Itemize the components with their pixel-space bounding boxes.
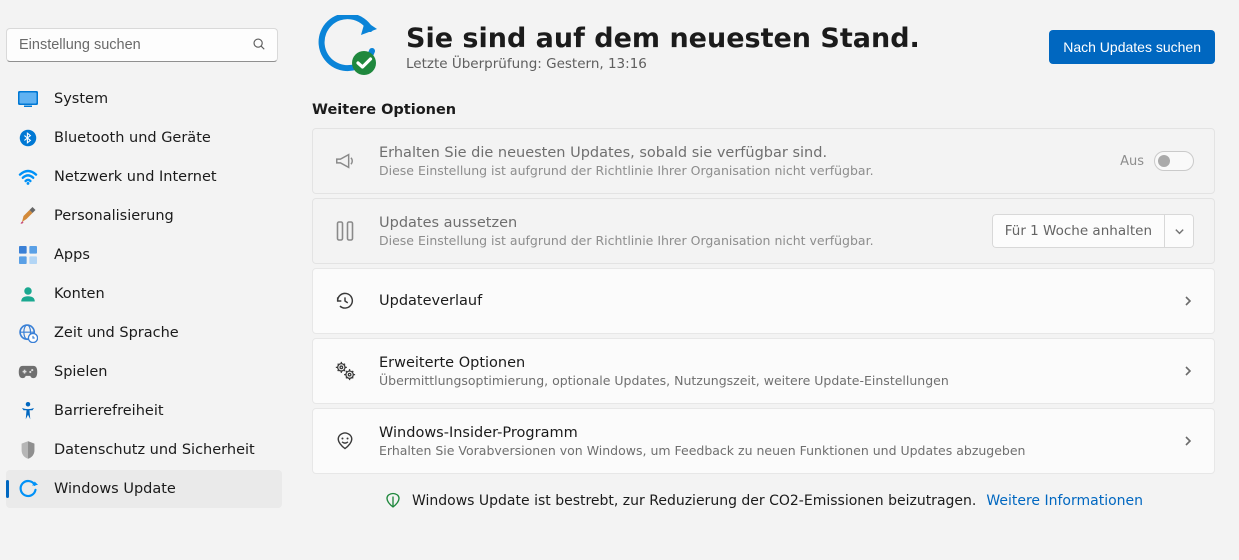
row-title: Updates aussetzen bbox=[379, 215, 992, 231]
sidebar-item-label: Konten bbox=[54, 286, 105, 302]
sidebar: System Bluetooth und Geräte Netzwerk und… bbox=[0, 0, 288, 560]
sidebar-item-bluetooth[interactable]: Bluetooth und Geräte bbox=[6, 119, 282, 157]
row-title: Erhalten Sie die neuesten Updates, sobal… bbox=[379, 145, 1120, 161]
update-status-icon bbox=[312, 14, 384, 80]
row-subtitle: Diese Einstellung ist aufgrund der Richt… bbox=[379, 233, 992, 248]
accessibility-icon bbox=[18, 401, 38, 421]
row-title: Windows-Insider-Programm bbox=[379, 425, 1182, 441]
pause-duration-dropdown: Für 1 Woche anhalten bbox=[992, 214, 1194, 248]
paintbrush-icon bbox=[18, 206, 38, 226]
update-status-header: Sie sind auf dem neuesten Stand. Letzte … bbox=[312, 0, 1215, 102]
sidebar-item-gaming[interactable]: Spielen bbox=[6, 353, 282, 391]
sidebar-item-privacy[interactable]: Datenschutz und Sicherheit bbox=[6, 431, 282, 469]
sidebar-item-apps[interactable]: Apps bbox=[6, 236, 282, 274]
chevron-down-icon bbox=[1164, 214, 1194, 248]
globe-clock-icon bbox=[18, 323, 38, 343]
sidebar-item-network[interactable]: Netzwerk und Internet bbox=[6, 158, 282, 196]
sidebar-item-label: Netzwerk und Internet bbox=[54, 169, 217, 185]
megaphone-icon bbox=[333, 149, 357, 173]
sidebar-item-label: Datenschutz und Sicherheit bbox=[54, 442, 255, 458]
sidebar-item-accounts[interactable]: Konten bbox=[6, 275, 282, 313]
nav-list: System Bluetooth und Geräte Netzwerk und… bbox=[6, 80, 282, 508]
sidebar-item-accessibility[interactable]: Barrierefreiheit bbox=[6, 392, 282, 430]
co2-notice: Windows Update ist bestrebt, zur Reduzie… bbox=[312, 492, 1215, 510]
update-status-subtitle: Letzte Überprüfung: Gestern, 13:16 bbox=[406, 56, 1049, 72]
person-icon bbox=[18, 284, 38, 304]
update-icon bbox=[18, 479, 38, 499]
sidebar-item-label: Windows Update bbox=[54, 481, 176, 497]
check-updates-button[interactable]: Nach Updates suchen bbox=[1049, 30, 1215, 64]
chevron-right-icon bbox=[1182, 435, 1194, 447]
sidebar-item-update[interactable]: Windows Update bbox=[6, 470, 282, 508]
update-status-title: Sie sind auf dem neuesten Stand. bbox=[406, 23, 1049, 54]
row-pause-updates: Updates aussetzen Diese Einstellung ist … bbox=[312, 198, 1215, 264]
co2-text: Windows Update ist bestrebt, zur Reduzie… bbox=[412, 493, 976, 509]
sidebar-item-label: Spielen bbox=[54, 364, 108, 380]
chevron-right-icon bbox=[1182, 365, 1194, 377]
leaf-heart-icon bbox=[384, 492, 402, 510]
search-button[interactable] bbox=[246, 32, 272, 58]
bluetooth-icon bbox=[18, 128, 38, 148]
sidebar-item-personalization[interactable]: Personalisierung bbox=[6, 197, 282, 235]
gamepad-icon bbox=[18, 362, 38, 382]
co2-learn-more-link[interactable]: Weitere Informationen bbox=[986, 493, 1143, 509]
sidebar-item-label: Zeit und Sprache bbox=[54, 325, 179, 341]
main-content: Sie sind auf dem neuesten Stand. Letzte … bbox=[288, 0, 1239, 560]
row-subtitle: Diese Einstellung ist aufgrund der Richt… bbox=[379, 163, 1120, 178]
sidebar-item-label: Personalisierung bbox=[54, 208, 174, 224]
sidebar-item-timelang[interactable]: Zeit und Sprache bbox=[6, 314, 282, 352]
display-icon bbox=[18, 89, 38, 109]
shield-icon bbox=[18, 440, 38, 460]
row-latest-updates: Erhalten Sie die neuesten Updates, sobal… bbox=[312, 128, 1215, 194]
row-insider-program[interactable]: Windows-Insider-Programm Erhalten Sie Vo… bbox=[312, 408, 1215, 474]
sidebar-item-label: Barrierefreiheit bbox=[54, 403, 164, 419]
search-wrap bbox=[6, 28, 278, 62]
toggle-state-label: Aus bbox=[1120, 154, 1144, 169]
sidebar-item-label: Apps bbox=[54, 247, 90, 263]
wifi-icon bbox=[18, 167, 38, 187]
sidebar-item-system[interactable]: System bbox=[6, 80, 282, 118]
gears-icon bbox=[333, 359, 357, 383]
search-icon bbox=[252, 37, 266, 54]
sidebar-item-label: Bluetooth und Geräte bbox=[54, 130, 211, 146]
latest-updates-toggle bbox=[1154, 151, 1194, 171]
chevron-right-icon bbox=[1182, 295, 1194, 307]
pause-icon bbox=[333, 219, 357, 243]
apps-icon bbox=[18, 245, 38, 265]
more-options-heading: Weitere Optionen bbox=[312, 102, 1215, 118]
row-title: Updateverlauf bbox=[379, 293, 1182, 309]
row-title: Erweiterte Optionen bbox=[379, 355, 1182, 371]
row-advanced-options[interactable]: Erweiterte Optionen Übermittlungsoptimie… bbox=[312, 338, 1215, 404]
insider-icon bbox=[333, 429, 357, 453]
sidebar-item-label: System bbox=[54, 91, 108, 107]
pause-dropdown-label: Für 1 Woche anhalten bbox=[992, 214, 1164, 248]
row-update-history[interactable]: Updateverlauf bbox=[312, 268, 1215, 334]
row-subtitle: Erhalten Sie Vorabversionen von Windows,… bbox=[379, 443, 1182, 458]
row-subtitle: Übermittlungsoptimierung, optionale Upda… bbox=[379, 373, 1182, 388]
history-icon bbox=[333, 289, 357, 313]
search-input[interactable] bbox=[6, 28, 278, 62]
